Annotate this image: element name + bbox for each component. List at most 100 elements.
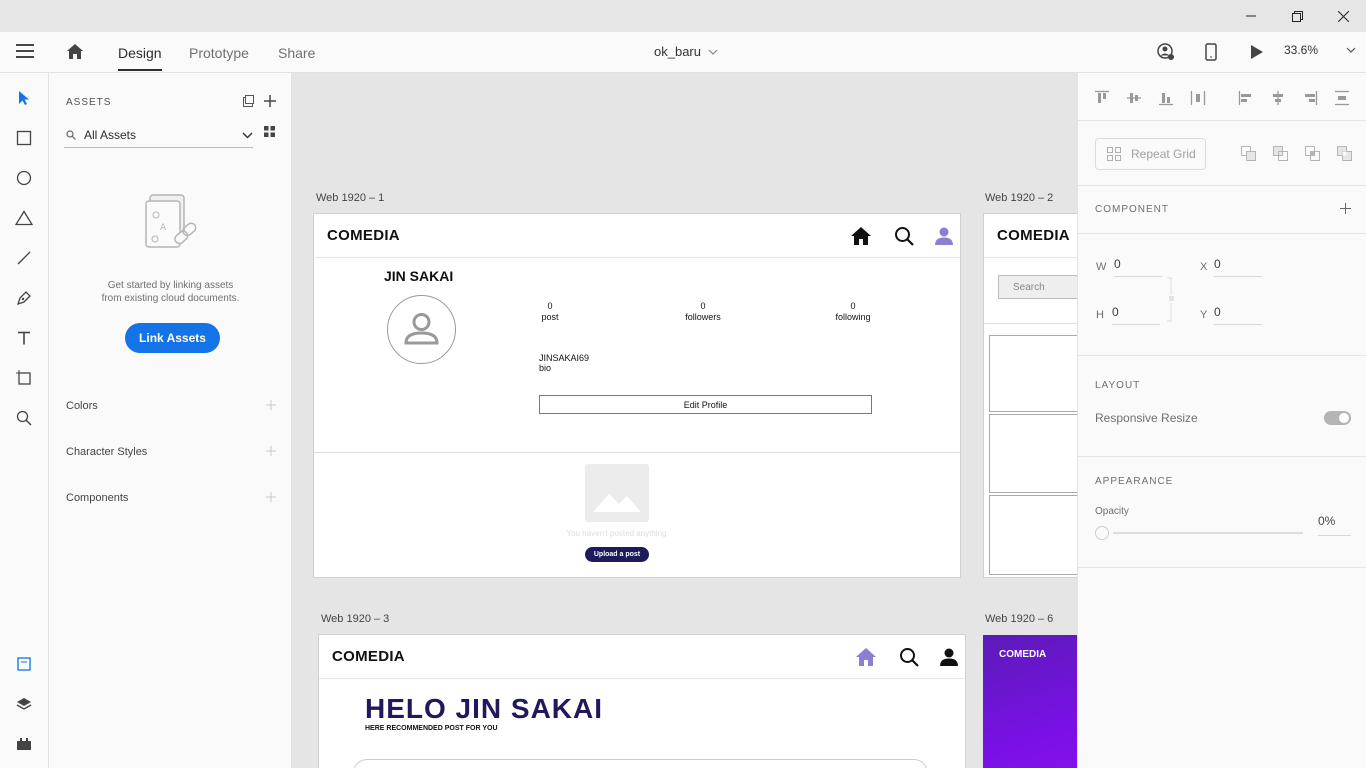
restore-button[interactable] [1274,0,1320,32]
repeat-grid-label: Repeat Grid [1131,147,1196,161]
minimize-button[interactable] [1228,0,1274,32]
layers-icon [16,698,32,710]
align-middle-button[interactable] [1126,90,1142,106]
plus-icon[interactable] [266,446,276,456]
chevron-down-icon [708,49,718,55]
assets-panel: ASSETS All Assets A Get started by linki… [49,73,292,768]
properties-panel: Repeat Grid COMPONENT W 0 X 0 H 0 Y 0 LA… [1077,73,1366,768]
assets-icon [17,657,31,671]
artboard-web-1920-2[interactable]: COMEDIA Search [983,213,1077,578]
distribute-vertical-button[interactable] [1334,90,1350,106]
select-tool[interactable] [12,86,36,110]
lock-aspect-button[interactable] [1166,277,1176,323]
text-tool[interactable] [12,326,36,350]
plus-icon[interactable] [266,492,276,502]
ab1-bio: bio [539,363,552,373]
align-bottom-button[interactable] [1158,90,1174,106]
preview-play-button[interactable] [1250,44,1264,60]
ab1-header: COMEDIA [314,214,960,258]
colors-label: Colors [66,400,98,412]
zoom-dropdown[interactable]: 33.6% [1284,43,1356,57]
home-icon [67,44,83,59]
design-canvas[interactable]: Web 1920 – 1 COMEDIA JIN SAKAI 0 post 0 … [292,73,1077,768]
tab-prototype[interactable]: Prototype [189,32,249,73]
x-label: X [1200,261,1208,273]
home-button[interactable] [66,43,84,60]
align-bottom-icon [1159,93,1173,106]
align-right-button[interactable] [1302,90,1318,106]
distribute-horizontal-button[interactable] [1190,90,1206,106]
svg-text:A: A [160,223,167,233]
top-toolbar: Design Prototype Share ok_baru 33.6% [0,32,1366,73]
ab1-stat-followers: 0 followers [678,301,728,323]
boolean-intersect-button[interactable] [1305,146,1320,161]
width-field[interactable]: 0 [1114,257,1162,277]
plugins-panel-toggle[interactable] [12,732,36,756]
zoom-level: 33.6% [1284,43,1319,57]
ab1-edit-profile-button[interactable]: Edit Profile [539,395,872,414]
y-label: Y [1200,309,1208,321]
add-asset-button[interactable] [264,95,276,107]
profile-icon [940,648,958,666]
line-tool[interactable] [12,246,36,270]
boolean-subtract-button[interactable] [1273,146,1288,161]
layout-title: LAYOUT [1095,380,1141,391]
responsive-resize-toggle[interactable] [1324,411,1351,425]
add-component-button[interactable] [1340,203,1351,214]
zoom-tool[interactable] [12,406,36,430]
share-user-button[interactable] [1157,43,1175,61]
artboard-3-label[interactable]: Web 1920 – 3 [321,613,389,625]
artboard-web-1920-6[interactable]: COMEDIA [983,635,1077,768]
boolean-add-button[interactable] [1241,146,1256,161]
ellipse-tool[interactable] [12,166,36,190]
opacity-field[interactable]: 0% [1318,514,1351,536]
height-field[interactable]: 0 [1112,305,1160,325]
tab-design[interactable]: Design [118,32,162,73]
tab-share[interactable]: Share [278,32,315,73]
ab1-brand: COMEDIA [327,227,400,244]
y-field[interactable]: 0 [1214,305,1262,325]
colors-section[interactable]: Colors [66,400,276,412]
empty-text-line1: Get started by linking assets [107,280,234,291]
component-title: COMPONENT [1095,204,1169,215]
polygon-tool[interactable] [12,206,36,230]
distribute-vertical-icon [1335,90,1349,106]
pen-tool[interactable] [12,286,36,310]
open-library-button[interactable] [242,95,254,107]
close-button[interactable] [1320,0,1366,32]
toggle-knob [1339,413,1349,423]
align-top-icon [1095,90,1109,103]
x-field[interactable]: 0 [1214,257,1262,277]
artboard-tool[interactable] [12,366,36,390]
align-center-button[interactable] [1270,90,1286,106]
repeat-grid-button[interactable]: Repeat Grid [1095,138,1206,170]
ab2-brand: COMEDIA [997,227,1070,244]
stat-label: followers [685,312,721,322]
slider-handle[interactable] [1095,526,1109,540]
align-left-button[interactable] [1238,90,1254,106]
character-styles-section[interactable]: Character Styles [66,446,276,458]
device-preview-button[interactable] [1205,43,1217,61]
artboard-web-1920-3[interactable]: COMEDIA HELO JIN SAKAI HERE RECOMMENDED … [318,634,966,768]
rectangle-tool[interactable] [12,126,36,150]
ab1-upload-post-button[interactable]: Upload a post [585,547,649,562]
align-top-button[interactable] [1094,90,1110,106]
hamburger-menu-button[interactable] [16,44,34,58]
opacity-slider[interactable] [1095,524,1303,540]
ab2-search-input[interactable]: Search [998,275,1077,299]
assets-filter-dropdown[interactable]: All Assets [64,123,253,148]
artboard-6-label[interactable]: Web 1920 – 6 [985,613,1053,625]
artboard-2-label[interactable]: Web 1920 – 2 [985,192,1053,204]
artboard-web-1920-1[interactable]: COMEDIA JIN SAKAI 0 post 0 followers 0 f… [313,213,961,578]
plus-icon[interactable] [266,400,276,410]
link-assets-button[interactable]: Link Assets [125,323,220,353]
triangle-icon [15,210,33,226]
boolean-exclude-button[interactable] [1337,146,1352,161]
artboard-1-label[interactable]: Web 1920 – 1 [316,192,384,204]
assets-panel-toggle[interactable] [12,652,36,676]
grid-view-button[interactable] [264,126,275,137]
document-title-dropdown[interactable]: ok_baru [654,44,718,59]
layers-panel-toggle[interactable] [12,692,36,716]
mobile-device-icon [1205,43,1217,61]
components-section[interactable]: Components [66,492,276,504]
